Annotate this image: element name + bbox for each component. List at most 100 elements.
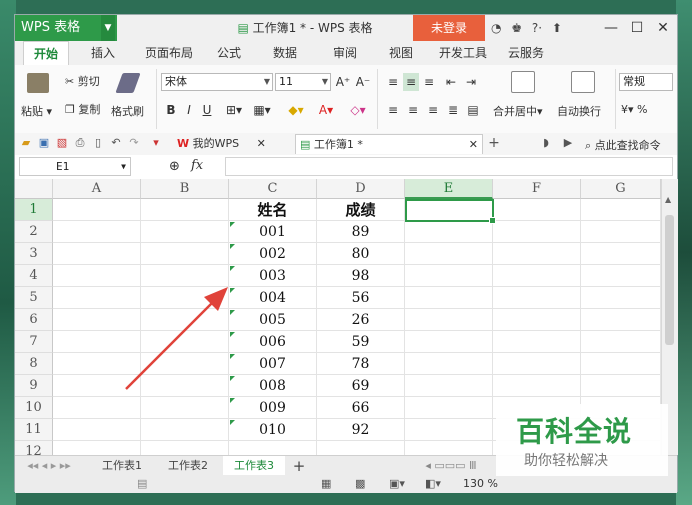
cell-d10[interactable]: 66	[317, 397, 405, 419]
cell-b2[interactable]	[141, 221, 229, 243]
cell-e4[interactable]	[405, 265, 493, 287]
wrap-text-button[interactable]: 自动换行	[557, 103, 601, 119]
column-header-b[interactable]: B	[141, 179, 229, 199]
customize-toolbar-icon[interactable]: ▾	[149, 136, 163, 150]
scrollbar-thumb[interactable]	[665, 215, 674, 345]
cell-d8[interactable]: 78	[317, 353, 405, 375]
merge-center-icon[interactable]	[511, 71, 535, 93]
active-cell-e1[interactable]	[405, 199, 496, 224]
export-pdf-icon[interactable]: ▧	[55, 136, 69, 150]
macro-record-icon[interactable]: ▤	[137, 475, 147, 493]
align-right-icon[interactable]: ≡	[425, 101, 441, 119]
cell-f9[interactable]	[493, 375, 581, 397]
print-icon[interactable]: ⎙	[73, 136, 87, 150]
undo-icon[interactable]: ↶	[109, 136, 123, 150]
tab-cloud-services[interactable]: 云服务	[501, 41, 551, 65]
open-folder-icon[interactable]: ▰	[19, 136, 33, 150]
cell-e7[interactable]	[405, 331, 493, 353]
cut-button[interactable]: ✂ 剪切	[65, 73, 100, 89]
print-preview-icon[interactable]: ▯	[91, 136, 105, 150]
normal-view-icon[interactable]: ▦	[321, 475, 331, 493]
row-header-2[interactable]: 2	[15, 221, 53, 243]
formula-input[interactable]	[225, 157, 673, 176]
decrease-font-icon[interactable]: A⁻	[355, 73, 371, 91]
align-left-icon[interactable]: ≡	[385, 101, 401, 119]
select-all-corner[interactable]	[15, 179, 53, 199]
close-icon[interactable]: ✕	[651, 15, 675, 41]
clear-format-icon[interactable]: ◇▾	[345, 101, 371, 119]
cell-e8[interactable]	[405, 353, 493, 375]
help-icon[interactable]: ?·	[532, 21, 542, 35]
row-header-11[interactable]: 11	[15, 419, 53, 441]
close-icon[interactable]: ✕	[469, 135, 478, 155]
cell-d11[interactable]: 92	[317, 419, 405, 441]
row-header-12[interactable]: 12	[15, 441, 53, 455]
distributed-icon[interactable]: ▤	[465, 101, 481, 119]
fill-color-icon[interactable]: ◆▾	[283, 101, 309, 119]
cell-b3[interactable]	[141, 243, 229, 265]
doc-tab-my-wps[interactable]: W 我的WPS ✕	[173, 134, 293, 154]
cell-style-icon[interactable]: ▦▾	[249, 101, 275, 119]
tab-formulas[interactable]: 公式	[209, 41, 249, 65]
italic-button[interactable]: I	[181, 101, 197, 119]
cell-b1[interactable]	[141, 199, 229, 221]
row-header-9[interactable]: 9	[15, 375, 53, 397]
column-header-e[interactable]: E	[405, 179, 493, 199]
cloud-sync-icon[interactable]: ◗	[539, 136, 553, 150]
cell-e11[interactable]	[405, 419, 493, 441]
cell-c3[interactable]: 002	[229, 243, 317, 265]
fx-button[interactable]: fx	[191, 158, 203, 173]
cell-b12[interactable]	[141, 441, 229, 455]
cell-g4[interactable]	[581, 265, 661, 287]
cell-g8[interactable]	[581, 353, 661, 375]
maximize-icon[interactable]: ☐	[625, 15, 649, 41]
cell-f5[interactable]	[493, 287, 581, 309]
row-header-5[interactable]: 5	[15, 287, 53, 309]
cell-g3[interactable]	[581, 243, 661, 265]
scroll-up-icon[interactable]: ▲	[665, 195, 671, 204]
cell-a1[interactable]	[53, 199, 141, 221]
cell-d1[interactable]: 成绩	[317, 199, 405, 221]
cell-e2[interactable]	[405, 221, 493, 243]
name-box[interactable]: E1 ▼	[19, 157, 131, 176]
cell-d3[interactable]: 80	[317, 243, 405, 265]
page-break-view-icon[interactable]: ▩	[355, 475, 365, 493]
shirt-icon[interactable]: ♚	[511, 21, 522, 35]
cell-f6[interactable]	[493, 309, 581, 331]
indent-increase-icon[interactable]: ⇥	[463, 73, 479, 91]
cell-a11[interactable]	[53, 419, 141, 441]
cell-b10[interactable]	[141, 397, 229, 419]
zoom-formula-icon[interactable]: ⊕	[169, 159, 180, 174]
cell-e5[interactable]	[405, 287, 493, 309]
search-command[interactable]: ⌕ 点此查找命令	[585, 137, 661, 153]
merge-center-button[interactable]: 合并居中▾	[493, 103, 543, 119]
cell-d5[interactable]: 56	[317, 287, 405, 309]
sheet-tab-1[interactable]: 工作表1	[91, 456, 153, 476]
font-name-select[interactable]: 宋体 ▼	[161, 73, 273, 91]
cell-a10[interactable]	[53, 397, 141, 419]
cell-c4[interactable]: 003	[229, 265, 317, 287]
bold-button[interactable]: B	[163, 101, 179, 119]
column-header-d[interactable]: D	[317, 179, 405, 199]
app-menu-button[interactable]: WPS 表格 ▼	[15, 15, 117, 41]
format-painter-icon[interactable]	[115, 73, 141, 93]
minimize-icon[interactable]: —	[599, 15, 623, 41]
cell-c11[interactable]: 010	[229, 419, 317, 441]
number-format-select[interactable]: 常规	[619, 73, 673, 91]
row-header-3[interactable]: 3	[15, 243, 53, 265]
reading-mode-icon[interactable]: ◧▾	[425, 475, 441, 493]
cell-d12[interactable]	[317, 441, 405, 455]
sheet-nav-arrows-icon[interactable]: ◂◂ ◂ ▸ ▸▸	[19, 456, 79, 476]
cell-c5[interactable]: 004	[229, 287, 317, 309]
cell-g6[interactable]	[581, 309, 661, 331]
cell-f4[interactable]	[493, 265, 581, 287]
cell-e3[interactable]	[405, 243, 493, 265]
underline-button[interactable]: U	[199, 101, 215, 119]
share-icon[interactable]: ▶	[561, 136, 575, 150]
fill-handle[interactable]	[489, 217, 496, 224]
cell-f7[interactable]	[493, 331, 581, 353]
collapse-ribbon-icon[interactable]: ⬆	[552, 21, 562, 35]
doc-tab-workbook[interactable]: ▤ 工作簿1 * ✕	[295, 134, 483, 154]
paste-button[interactable]: 粘贴 ▾	[21, 103, 52, 119]
page-layout-view-icon[interactable]: ▣▾	[389, 475, 405, 493]
